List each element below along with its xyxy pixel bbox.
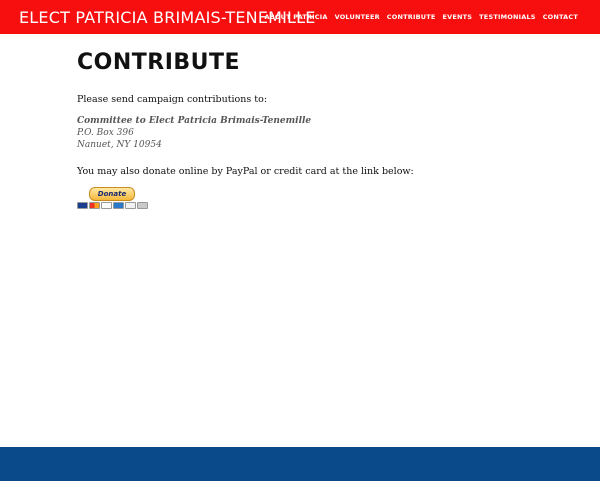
bank-icon (137, 202, 148, 209)
nav-item-about-patricia[interactable]: ABOUT PATRICIA (265, 13, 328, 21)
contribution-intro: Please send campaign contributions to: (77, 94, 268, 105)
payment-cards (77, 202, 148, 209)
address-line-1: P.O. Box 396 (77, 128, 134, 138)
donate-button[interactable]: Donate (89, 187, 135, 201)
online-donation-text: You may also donate online by PayPal or … (77, 166, 414, 177)
mastercard-icon (89, 202, 100, 209)
main-nav: ABOUT PATRICIA VOLUNTEER CONTRIBUTE EVEN… (265, 13, 578, 21)
site-header: ELECT PATRICIA BRIMAIS-TENEMILLE ABOUT P… (0, 0, 600, 34)
nav-item-contribute[interactable]: CONTRIBUTE (387, 13, 436, 21)
nav-item-events[interactable]: EVENTS (443, 13, 473, 21)
committee-name: Committee to Elect Patricia Brimais-Tene… (77, 116, 312, 126)
visa-card-icon (77, 202, 88, 209)
mailing-address: Committee to Elect Patricia Brimais-Tene… (77, 115, 311, 151)
visa-icon (101, 202, 112, 209)
address-line-2: Nanuet, NY 10954 (77, 140, 162, 150)
nav-item-volunteer[interactable]: VOLUNTEER (335, 13, 380, 21)
site-footer (0, 447, 600, 481)
discover-icon (125, 202, 136, 209)
main-content: CONTRIBUTE Please send campaign contribu… (77, 50, 537, 209)
nav-item-testimonials[interactable]: TESTIMONIALS (479, 13, 536, 21)
paypal-donate: Donate (77, 187, 149, 211)
nav-item-contact[interactable]: CONTACT (543, 13, 578, 21)
amex-icon (113, 202, 124, 209)
page-title: CONTRIBUTE (77, 50, 241, 75)
